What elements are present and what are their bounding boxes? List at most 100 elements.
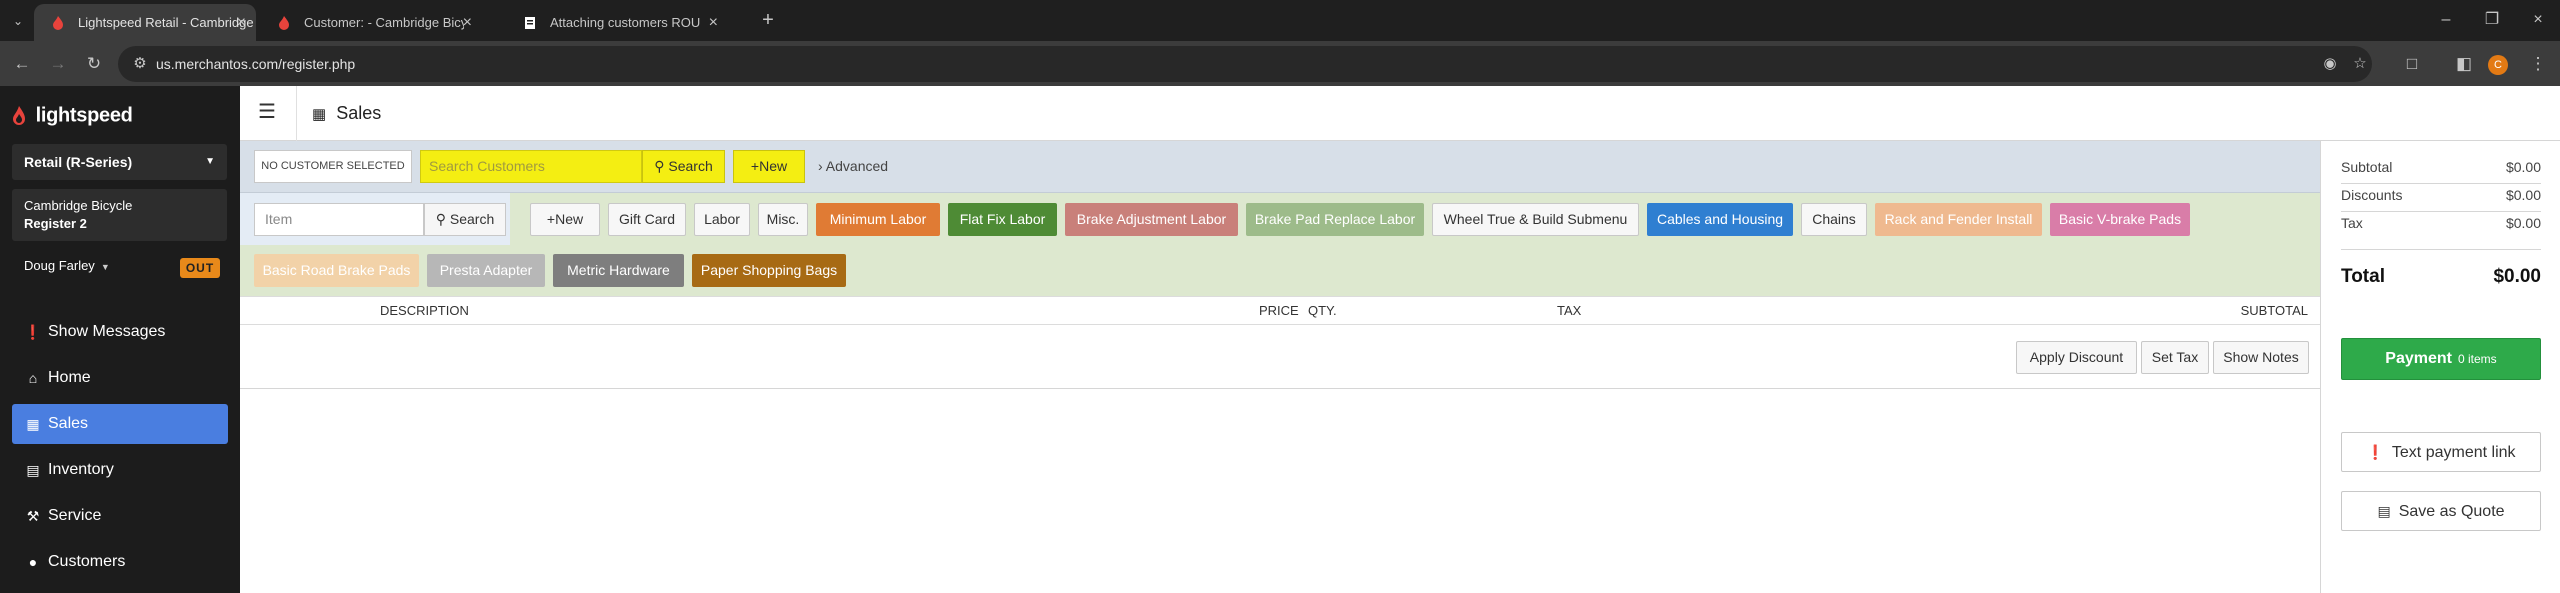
quick-button-paper-shopping-bags[interactable]: Paper Shopping Bags [692, 254, 846, 287]
save-as-quote-button[interactable]: ▤ Save as Quote [2341, 491, 2541, 531]
home-icon: ⌂ [28, 370, 38, 386]
header-divider [296, 86, 297, 141]
tab-title: Attaching customers ROUGH DRAFT [550, 15, 700, 30]
clock-out-button[interactable]: OUT [180, 258, 220, 278]
nav-home[interactable]: ⌂ Home [12, 358, 228, 398]
close-icon[interactable]: × [237, 4, 246, 41]
item-entry-area: Item ⚲ Search +New Gift Card Labor Misc.… [240, 193, 2320, 296]
browser-tab-customer[interactable]: Customer: - Cambridge Bicycle × [260, 4, 482, 41]
brand-logo[interactable]: lightspeed [12, 100, 133, 130]
register-info[interactable]: Cambridge Bicycle Register 2 [12, 189, 227, 241]
browser-tab-lightspeed[interactable]: Lightspeed Retail - Cambridge Bic × [34, 4, 256, 41]
quick-button-gift-card[interactable]: Gift Card [608, 203, 686, 236]
chevron-right-icon: › [818, 158, 823, 174]
lightspeed-flame-icon [13, 105, 25, 125]
info-icon: ❗ [2366, 444, 2384, 460]
close-icon[interactable]: × [709, 4, 718, 41]
quick-button-wheel-true-build[interactable]: Wheel True & Build Submenu [1432, 203, 1639, 236]
item-search-input[interactable]: Item [254, 203, 424, 236]
nav-service[interactable]: ⚒ Service [12, 496, 228, 536]
nav-label: Show Messages [48, 323, 166, 340]
quick-button-new[interactable]: +New [530, 203, 600, 236]
column-subtotal: SUBTOTAL [2240, 303, 2308, 318]
nav-inventory[interactable]: ▤ Inventory [12, 450, 228, 490]
tab-title: Customer: - Cambridge Bicycle [304, 15, 464, 30]
bookmark-star-icon[interactable]: ☆ [2348, 52, 2372, 76]
divider [2341, 183, 2541, 184]
show-notes-button[interactable]: Show Notes [2213, 341, 2309, 374]
column-qty: QTY. [1308, 303, 1337, 318]
eye-icon[interactable]: ◉ [2318, 52, 2342, 76]
menu-kebab-icon[interactable]: ⋮ [2524, 50, 2552, 78]
save-as-quote-label: Save as Quote [2398, 503, 2505, 520]
back-icon[interactable]: ← [8, 50, 36, 78]
nav-label: Inventory [48, 461, 114, 478]
new-customer-button[interactable]: +New [733, 150, 805, 183]
profile-avatar[interactable]: C [2488, 55, 2508, 75]
hamburger-menu-icon[interactable]: ☰ [258, 102, 278, 122]
apply-discount-button[interactable]: Apply Discount [2016, 341, 2137, 374]
subtotal-label: Subtotal [2341, 159, 2393, 175]
total-label: Total [2341, 266, 2385, 287]
divider [2341, 249, 2541, 250]
payment-button[interactable]: Payment 0 items [2341, 338, 2541, 380]
quick-button-labor[interactable]: Labor [694, 203, 750, 236]
tab-search-icon[interactable]: ⌄ [6, 9, 30, 33]
search-icon: ⚲ [435, 211, 446, 227]
forward-icon[interactable]: → [44, 50, 72, 78]
quick-button-flat-fix-labor[interactable]: Flat Fix Labor [948, 203, 1057, 236]
total-value: $0.00 [2493, 266, 2541, 287]
shop-selector-label: Retail (R-Series) [24, 154, 133, 170]
page-title: ▦ Sales [312, 86, 381, 142]
text-payment-link-label: Text payment link [2391, 444, 2516, 461]
browser-tab-doc[interactable]: Attaching customers ROUGH DRAFT × [506, 4, 728, 41]
customer-bar: NO CUSTOMER SELECTED Search Customers ⚲ … [240, 141, 2320, 193]
restore-icon[interactable]: ❐ [2478, 6, 2506, 34]
chevron-down-icon: ▼ [205, 156, 215, 167]
discounts-value: $0.00 [2505, 187, 2541, 203]
reload-icon[interactable]: ↻ [80, 50, 108, 78]
tax-row: Tax $0.00 [2341, 215, 2541, 231]
text-payment-link-button[interactable]: ❗ Text payment link [2341, 432, 2541, 472]
user-menu[interactable]: Doug Farley ▼ [24, 256, 110, 277]
quick-button-brake-adjustment-labor[interactable]: Brake Adjustment Labor [1065, 203, 1238, 236]
quick-button-misc[interactable]: Misc. [758, 203, 808, 236]
customer-search-button[interactable]: ⚲ Search [642, 150, 725, 183]
item-search-button[interactable]: ⚲ Search [424, 203, 506, 236]
advanced-search-link[interactable]: › Advanced [818, 150, 888, 183]
quick-button-chains[interactable]: Chains [1801, 203, 1867, 236]
close-icon[interactable]: × [463, 4, 472, 41]
tax-label: Tax [2341, 215, 2363, 231]
wrench-icon: ⚒ [26, 508, 40, 524]
quick-button-minimum-labor[interactable]: Minimum Labor [816, 203, 940, 236]
extensions-icon[interactable]: □ [2398, 50, 2426, 78]
quick-button-metric-hardware[interactable]: Metric Hardware [553, 254, 684, 287]
sales-icon: ▦ [312, 106, 327, 123]
address-bar[interactable]: ⚙ us.merchantos.com/register.php ◉ ☆ [118, 46, 2372, 82]
sale-items-header: DESCRIPTION PRICE QTY. TAX SUBTOTAL [240, 296, 2320, 325]
minimize-icon[interactable]: – [2432, 6, 2460, 34]
quick-button-cables-housing[interactable]: Cables and Housing [1647, 203, 1793, 236]
quick-button-presta-adapter[interactable]: Presta Adapter [427, 254, 545, 287]
quote-icon: ▤ [2377, 503, 2391, 519]
quick-button-basic-road-brake-pads[interactable]: Basic Road Brake Pads [254, 254, 419, 287]
discounts-row: Discounts $0.00 [2341, 187, 2541, 203]
quick-button-brake-pad-replace-labor[interactable]: Brake Pad Replace Labor [1246, 203, 1424, 236]
quick-button-rack-fender-install[interactable]: Rack and Fender Install [1875, 203, 2042, 236]
quick-button-basic-v-brake-pads[interactable]: Basic V-brake Pads [2050, 203, 2190, 236]
page-title-text: Sales [336, 103, 382, 123]
customer-search-input[interactable]: Search Customers [420, 150, 642, 183]
nav-sales[interactable]: ▦ Sales [12, 404, 228, 444]
nav-customers[interactable]: ● Customers [12, 542, 228, 582]
side-panel-icon[interactable]: ◧ [2450, 50, 2478, 78]
nav-show-messages[interactable]: ❗ Show Messages [12, 312, 228, 352]
shop-selector[interactable]: Retail (R-Series) ▼ [12, 144, 227, 180]
nav-label: Customers [48, 553, 126, 570]
sales-icon: ▦ [26, 416, 40, 432]
set-tax-button[interactable]: Set Tax [2141, 341, 2209, 374]
window-close-icon[interactable]: × [2524, 6, 2552, 34]
payment-item-count: 0 items [2458, 352, 2497, 366]
nav-label: Home [48, 369, 91, 386]
site-info-icon[interactable]: ⚙ [128, 52, 152, 76]
new-tab-button[interactable]: + [756, 8, 780, 32]
